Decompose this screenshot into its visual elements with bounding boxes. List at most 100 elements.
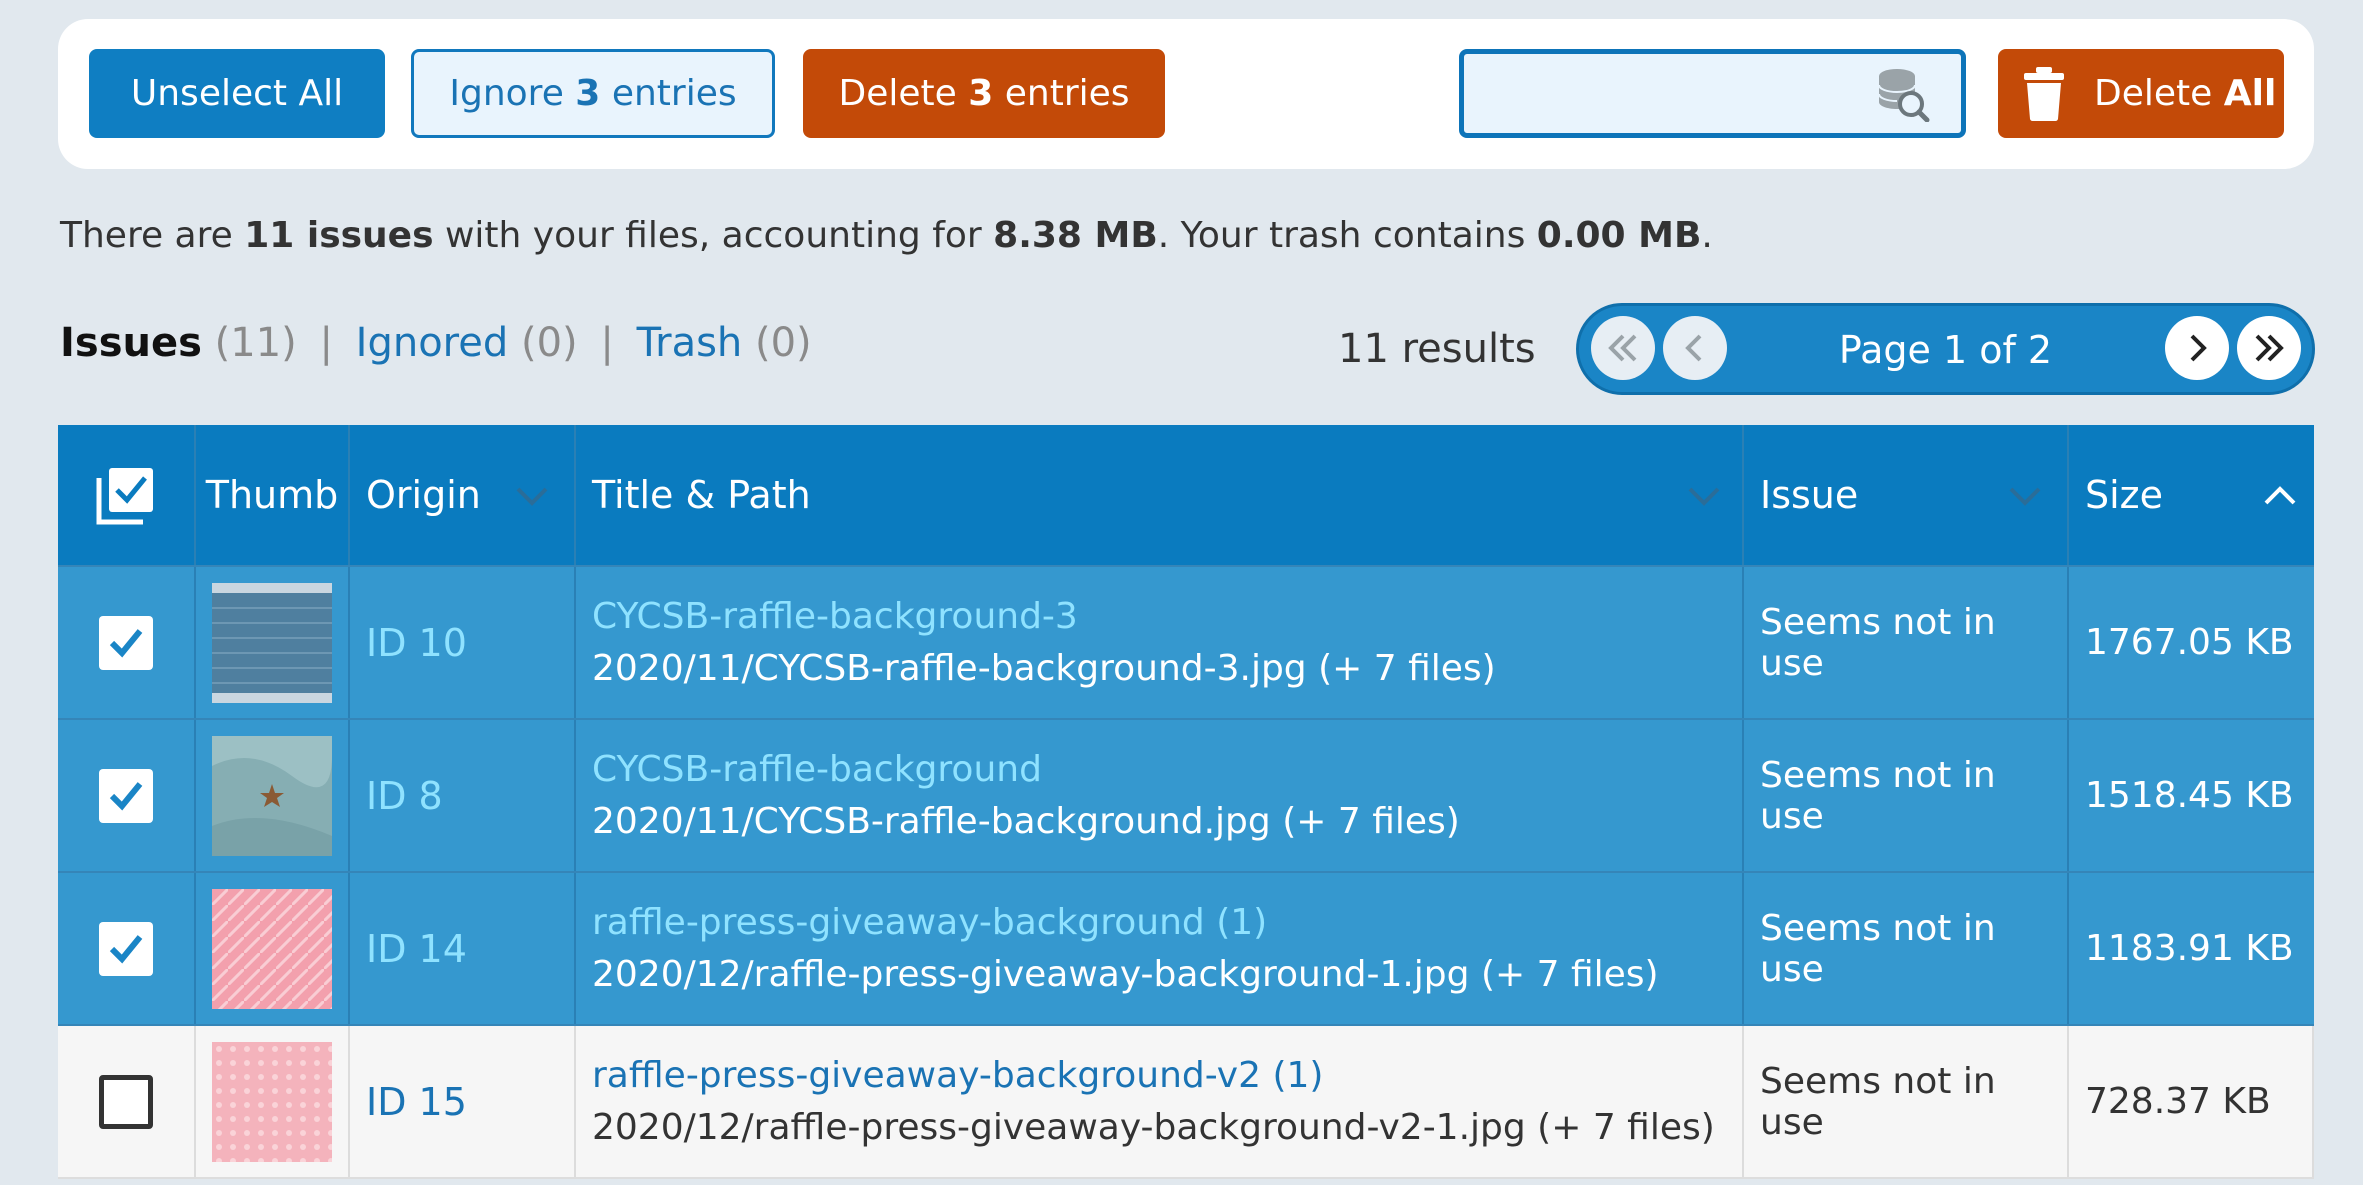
chevron-down-icon[interactable] xyxy=(514,483,550,507)
media-title-link[interactable]: CYCSB-raffle-background xyxy=(592,744,1460,796)
table-row[interactable]: ID 15 raffle-press-giveaway-background-v… xyxy=(58,1026,2314,1179)
thumb-cell xyxy=(196,873,350,1024)
row-checkbox[interactable] xyxy=(99,921,153,976)
title-cell: CYCSB-raffle-background 2020/11/CYCSB-ra… xyxy=(576,720,1744,871)
chevron-down-icon[interactable] xyxy=(1686,483,1722,507)
issue-header-label: Issue xyxy=(1760,473,1859,517)
issues-table: Thumb Origin Title & Path Issue Size ID … xyxy=(58,425,2314,1179)
row-checkbox[interactable] xyxy=(99,1074,153,1129)
size-cell: 1183.91 KB xyxy=(2069,873,2314,1024)
issue-cell: Seems not in use xyxy=(1744,567,2069,718)
tab-ignored[interactable]: Ignored xyxy=(356,320,509,366)
size-text: 1767.05 KB xyxy=(2085,622,2294,663)
unselect-all-label: Unselect All xyxy=(130,73,344,114)
ignore-entries-button[interactable]: Ignore 3 entries xyxy=(411,49,775,138)
size-text: 1183.91 KB xyxy=(2085,928,2294,969)
search-input[interactable] xyxy=(1464,54,1864,133)
chevron-right-icon xyxy=(2190,334,2207,362)
checkmark-icon xyxy=(109,781,143,810)
pagination: Page 1 of 2 xyxy=(1576,303,2315,395)
summary-trash: 0.00 MB xyxy=(1536,215,1702,256)
tab-trash[interactable]: Trash xyxy=(637,320,743,366)
next-page-button[interactable] xyxy=(2165,316,2229,380)
delete-all-prefix: Delete xyxy=(2094,73,2213,114)
media-title-link[interactable]: CYCSB-raffle-background-3 xyxy=(592,591,1496,643)
thumbnail-image[interactable] xyxy=(212,888,332,1009)
toolbar: Unselect All Ignore 3 entries Delete 3 e… xyxy=(58,19,2314,169)
issue-header[interactable]: Issue xyxy=(1744,425,2069,565)
origin-cell: ID 14 xyxy=(350,873,576,1024)
thumb-header-label: Thumb xyxy=(205,473,339,517)
media-path: 2020/11/CYCSB-raffle-background.jpg (+ 7… xyxy=(592,800,1460,842)
row-select-cell[interactable] xyxy=(58,567,196,718)
origin-header[interactable]: Origin xyxy=(350,425,576,565)
issue-text: Seems not in use xyxy=(1760,1060,1996,1143)
chevron-up-icon[interactable] xyxy=(2262,483,2298,507)
title-header[interactable]: Title & Path xyxy=(576,425,1744,565)
summary-part: There are xyxy=(60,215,245,256)
table-row[interactable]: ID 10 CYCSB-raffle-background-3 2020/11/… xyxy=(58,567,2314,720)
origin-link[interactable]: ID 8 xyxy=(366,774,443,818)
checkmark-icon xyxy=(109,934,143,963)
origin-link[interactable]: ID 10 xyxy=(366,621,467,665)
delete-count: 3 xyxy=(968,73,994,114)
select-all-cell[interactable] xyxy=(58,425,196,565)
size-header[interactable]: Size xyxy=(2069,425,2314,565)
thumbnail-image[interactable] xyxy=(212,582,332,703)
size-cell: 1767.05 KB xyxy=(2069,567,2314,718)
origin-link[interactable]: ID 14 xyxy=(366,927,467,971)
tab-issues-count: (11) xyxy=(214,320,297,366)
ignore-suffix: entries xyxy=(611,73,737,114)
summary-size: 8.38 MB xyxy=(993,215,1158,256)
issue-cell: Seems not in use xyxy=(1744,720,2069,871)
delete-entries-button[interactable]: Delete 3 entries xyxy=(803,49,1165,138)
row-checkbox[interactable] xyxy=(99,768,153,823)
media-path: 2020/12/raffle-press-giveaway-background… xyxy=(592,1106,1715,1148)
row-select-cell[interactable] xyxy=(58,1026,196,1177)
row-select-cell[interactable] xyxy=(58,873,196,1024)
ignore-count: 3 xyxy=(575,73,601,114)
row-select-cell[interactable] xyxy=(58,720,196,871)
table-header: Thumb Origin Title & Path Issue Size xyxy=(58,425,2314,567)
table-row[interactable]: ID 8 CYCSB-raffle-background 2020/11/CYC… xyxy=(58,720,2314,873)
tab-separator: | xyxy=(600,320,614,366)
media-path: 2020/11/CYCSB-raffle-background-3.jpg (+… xyxy=(592,647,1496,689)
title-header-label: Title & Path xyxy=(592,473,811,517)
last-page-button[interactable] xyxy=(2237,316,2301,380)
media-title-link[interactable]: raffle-press-giveaway-background-v2 (1) xyxy=(592,1050,1715,1102)
size-text: 728.37 KB xyxy=(2085,1081,2271,1122)
table-row[interactable]: ID 14 raffle-press-giveaway-background (… xyxy=(58,873,2314,1026)
summary-part: . Your trash contains xyxy=(1157,215,1537,256)
issue-text: Seems not in use xyxy=(1760,601,1996,684)
thumb-header: Thumb xyxy=(196,425,350,565)
tab-separator: | xyxy=(319,320,333,366)
media-path: 2020/12/raffle-press-giveaway-background… xyxy=(592,953,1659,995)
thumbnail-image[interactable] xyxy=(212,1041,332,1162)
size-cell: 728.37 KB xyxy=(2069,1026,2314,1177)
unselect-all-button[interactable]: Unselect All xyxy=(89,49,385,138)
select-all-icon[interactable] xyxy=(95,464,157,526)
media-title-link[interactable]: raffle-press-giveaway-background (1) xyxy=(592,897,1659,949)
summary-issues: 11 issues xyxy=(244,215,434,256)
tab-trash-count: (0) xyxy=(754,320,812,366)
delete-suffix: entries xyxy=(1004,73,1130,114)
delete-all-button[interactable]: Delete All xyxy=(1998,49,2284,138)
thumbnail-image[interactable] xyxy=(212,735,332,856)
tab-issues[interactable]: Issues xyxy=(60,320,202,366)
size-cell: 1518.45 KB xyxy=(2069,720,2314,871)
issue-text: Seems not in use xyxy=(1760,754,1996,837)
summary-part: . xyxy=(1701,215,1713,256)
search-field[interactable] xyxy=(1459,49,1966,138)
ignore-prefix: Ignore xyxy=(449,73,564,114)
chevron-down-icon[interactable] xyxy=(2007,483,2043,507)
size-header-label: Size xyxy=(2085,473,2164,517)
thumb-cell xyxy=(196,567,350,718)
row-checkbox[interactable] xyxy=(99,615,153,670)
size-text: 1518.45 KB xyxy=(2085,775,2294,816)
title-cell: CYCSB-raffle-background-3 2020/11/CYCSB-… xyxy=(576,567,1744,718)
origin-header-label: Origin xyxy=(366,473,481,517)
issue-cell: Seems not in use xyxy=(1744,873,2069,1024)
origin-link[interactable]: ID 15 xyxy=(366,1080,467,1124)
title-cell: raffle-press-giveaway-background (1) 202… xyxy=(576,873,1744,1024)
database-search-icon[interactable] xyxy=(1875,66,1931,122)
